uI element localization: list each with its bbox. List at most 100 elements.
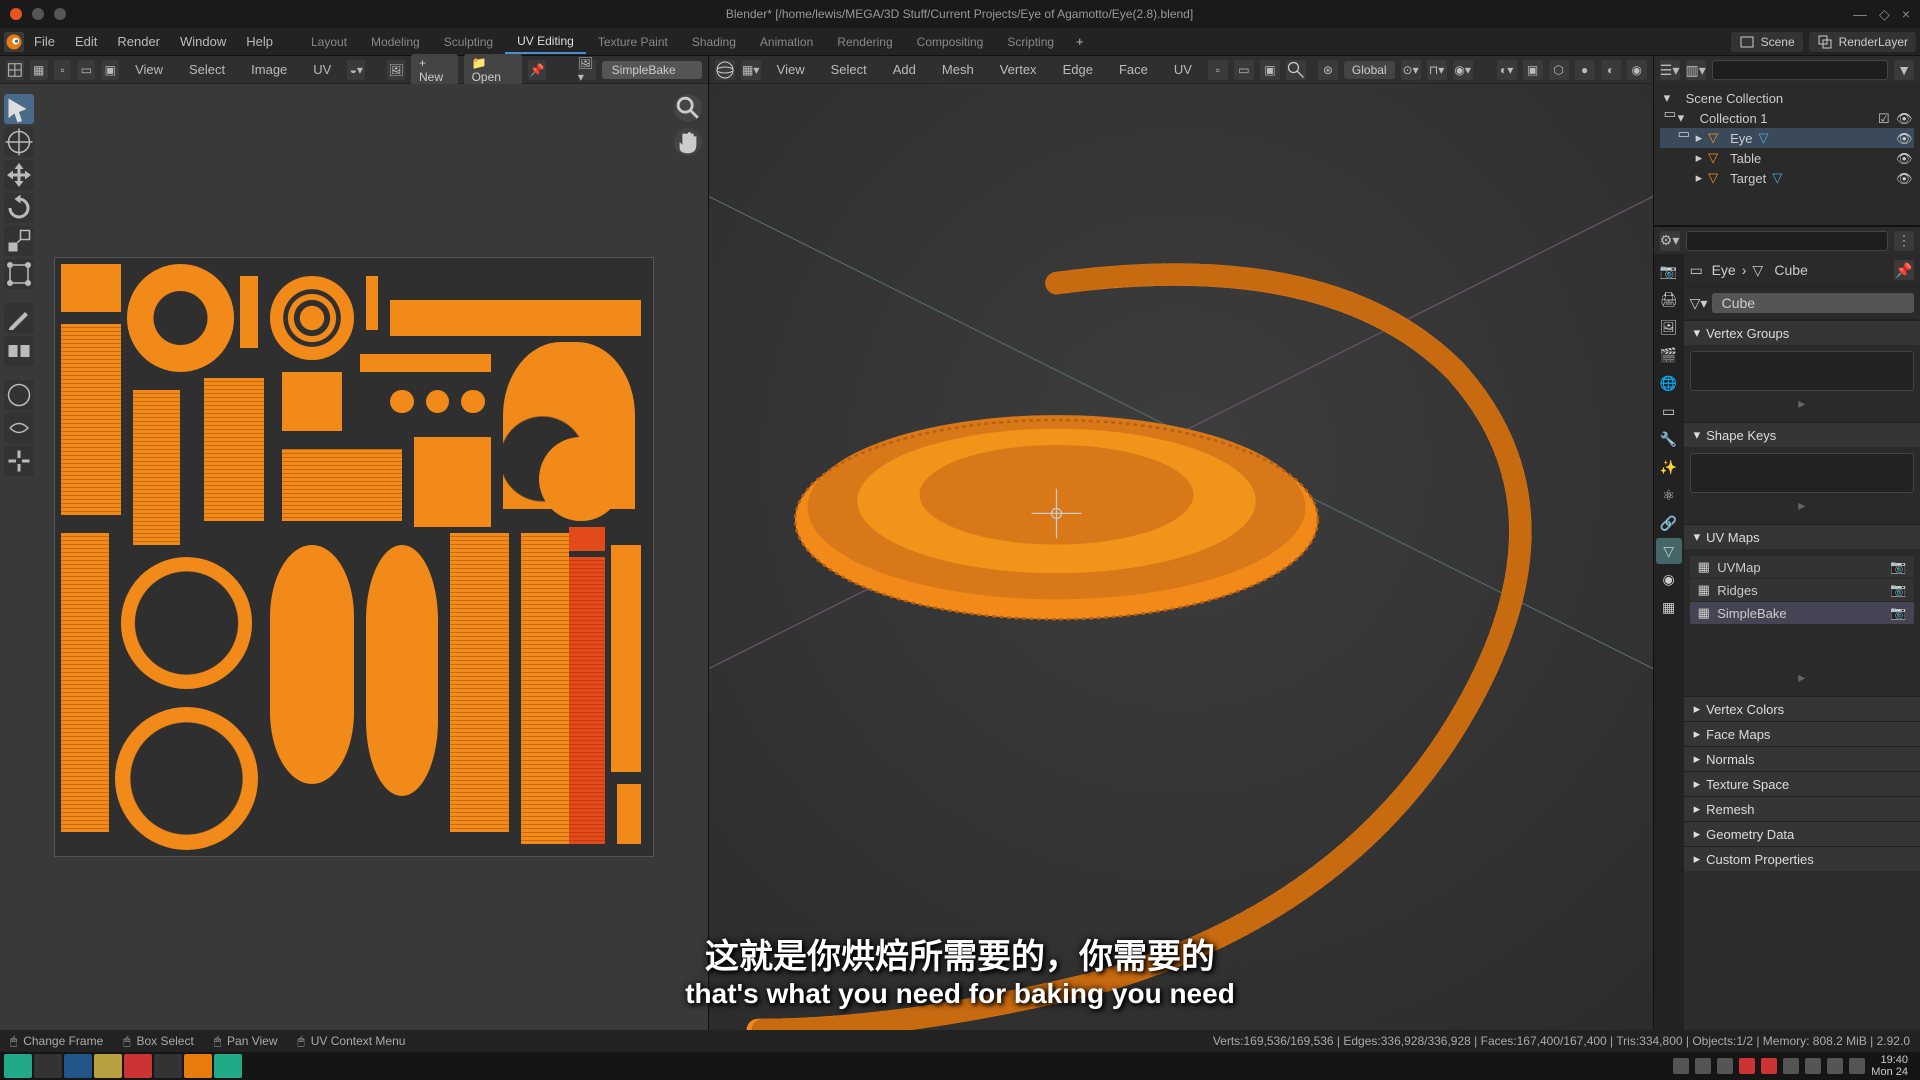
uv-menu-image[interactable]: Image bbox=[241, 58, 297, 81]
ws-shading[interactable]: Shading bbox=[680, 31, 748, 53]
view-layer-selector[interactable]: RenderLayer bbox=[1809, 32, 1916, 52]
mesh-name-row[interactable]: ▽▾ Cube bbox=[1684, 287, 1920, 320]
taskbar-app-terminal[interactable] bbox=[154, 1054, 182, 1078]
tab-scene[interactable]: 🎬 bbox=[1656, 342, 1682, 368]
shading-rendered-icon[interactable]: ◉ bbox=[1627, 60, 1647, 80]
tab-world[interactable]: 🌐 bbox=[1656, 370, 1682, 396]
pin-icon[interactable]: 📌 bbox=[1894, 260, 1914, 280]
mesh-select-mode-edge-icon[interactable]: ▭ bbox=[1234, 60, 1254, 80]
prop-edit-icon[interactable]: ◉▾ bbox=[1453, 60, 1473, 80]
taskbar-app-browser[interactable] bbox=[64, 1054, 92, 1078]
vp-menu-edge[interactable]: Edge bbox=[1053, 58, 1103, 81]
tab-render[interactable]: 📷 bbox=[1656, 258, 1682, 284]
image-link-icon[interactable]: 🖼▾ bbox=[578, 60, 596, 80]
uv-snap-dropdown[interactable]: ◒▾ bbox=[347, 60, 365, 80]
sec-custom-props[interactable]: ▸ Custom Properties bbox=[1684, 847, 1920, 871]
taskbar-app-files[interactable] bbox=[94, 1054, 122, 1078]
tray-shield-icon[interactable] bbox=[1849, 1058, 1865, 1074]
start-menu-icon[interactable] bbox=[4, 1054, 32, 1078]
rotate-tool[interactable] bbox=[4, 193, 34, 223]
tray-icon[interactable] bbox=[1673, 1058, 1689, 1074]
eye-icon[interactable]: 👁 bbox=[1896, 131, 1910, 145]
taskbar-app-red[interactable] bbox=[124, 1054, 152, 1078]
shading-solid-icon[interactable]: ● bbox=[1575, 60, 1595, 80]
tray-icon[interactable] bbox=[1783, 1058, 1799, 1074]
vertex-select-icon[interactable]: ▫ bbox=[54, 60, 72, 80]
uvmap-row-simplebake[interactable]: ▦ SimpleBake📷 bbox=[1690, 602, 1914, 624]
sec-vertex-groups[interactable]: ▾ Vertex Groups bbox=[1684, 321, 1920, 345]
tab-output[interactable]: 🖨 bbox=[1656, 286, 1682, 312]
tab-constraints[interactable]: 🔗 bbox=[1656, 510, 1682, 536]
tray-network-icon[interactable] bbox=[1827, 1058, 1843, 1074]
ws-scripting[interactable]: Scripting bbox=[995, 31, 1066, 53]
vp-menu-face[interactable]: Face bbox=[1109, 58, 1158, 81]
minimize-icon[interactable]: — bbox=[1853, 6, 1867, 23]
face-select-icon[interactable]: ▣ bbox=[101, 60, 119, 80]
tree-item-eye[interactable]: ▸▽ Eye ▽ 👁 bbox=[1660, 128, 1914, 148]
vp-menu-add[interactable]: Add bbox=[883, 58, 926, 81]
annotate-tool[interactable] bbox=[4, 303, 34, 333]
uv-menu-uv[interactable]: UV bbox=[303, 58, 341, 81]
menu-render[interactable]: Render bbox=[107, 30, 170, 53]
viewport-editor-type-icon[interactable] bbox=[715, 60, 735, 80]
tab-modifier[interactable]: 🔧 bbox=[1656, 426, 1682, 452]
overlays-icon[interactable]: ◐▾ bbox=[1497, 60, 1517, 80]
ws-uv-editing[interactable]: UV Editing bbox=[505, 30, 586, 54]
tab-viewlayer[interactable]: 🖼 bbox=[1656, 314, 1682, 340]
ws-sculpting[interactable]: Sculpting bbox=[432, 31, 505, 53]
open-image-button[interactable]: 📁 Open bbox=[464, 54, 522, 86]
maximize-window-icon[interactable] bbox=[54, 8, 66, 20]
tab-particles[interactable]: ✨ bbox=[1656, 454, 1682, 480]
orientation-icon[interactable]: ⊛ bbox=[1318, 60, 1338, 80]
pan-icon[interactable] bbox=[674, 128, 702, 156]
taskbar-app-1[interactable] bbox=[34, 1054, 62, 1078]
tree-collection-1[interactable]: ▾ ▭ Collection 1 ☑👁 bbox=[1660, 108, 1914, 128]
props-search[interactable] bbox=[1686, 231, 1888, 251]
close-window-icon[interactable] bbox=[10, 8, 22, 20]
image-icon[interactable]: 🖼 bbox=[387, 60, 405, 80]
relax-tool[interactable] bbox=[4, 413, 34, 443]
shading-wireframe-icon[interactable]: ⬡ bbox=[1549, 60, 1569, 80]
grab-tool[interactable] bbox=[4, 380, 34, 410]
vp-menu-select[interactable]: Select bbox=[821, 58, 877, 81]
scale-tool[interactable] bbox=[4, 226, 34, 256]
camera-icon[interactable]: 📷 bbox=[1890, 559, 1906, 575]
display-mode-icon[interactable]: ▥▾ bbox=[1686, 60, 1706, 80]
mesh-name-field[interactable]: Cube bbox=[1712, 293, 1914, 313]
tree-scene-collection[interactable]: ▾ ▭ Scene Collection bbox=[1660, 88, 1914, 108]
uv-menu-view[interactable]: View bbox=[125, 58, 173, 81]
sec-texture-space[interactable]: ▸ Texture Space bbox=[1684, 772, 1920, 796]
uv-sync-icon[interactable]: ▦ bbox=[30, 60, 48, 80]
sec-uv-maps[interactable]: ▾ UV Maps bbox=[1684, 525, 1920, 549]
tray-icon[interactable] bbox=[1739, 1058, 1755, 1074]
uv-canvas[interactable] bbox=[0, 84, 708, 1030]
cursor-tool[interactable] bbox=[4, 127, 34, 157]
edge-select-icon[interactable]: ▭ bbox=[77, 60, 95, 80]
select-box-tool[interactable] bbox=[4, 94, 34, 124]
camera-icon[interactable]: 📷 bbox=[1890, 605, 1906, 621]
checkbox-icon[interactable]: ☑ bbox=[1878, 111, 1892, 125]
menu-help[interactable]: Help bbox=[236, 30, 283, 53]
mode-select-icon[interactable]: ▦▾ bbox=[741, 60, 761, 80]
new-image-button[interactable]: + New bbox=[411, 54, 458, 86]
eye-icon[interactable]: 👁 bbox=[1896, 171, 1910, 185]
pinch-tool[interactable] bbox=[4, 446, 34, 476]
sec-shape-keys[interactable]: ▾ Shape Keys bbox=[1684, 423, 1920, 447]
mesh-select-mode-face-icon[interactable]: ▣ bbox=[1260, 60, 1280, 80]
snap-icon[interactable]: ⊓▾ bbox=[1427, 60, 1447, 80]
mesh-select-mode-vert-icon[interactable]: ▫ bbox=[1208, 60, 1228, 80]
sec-vertex-colors[interactable]: ▸ Vertex Colors bbox=[1684, 697, 1920, 721]
ws-texture-paint[interactable]: Texture Paint bbox=[586, 31, 680, 53]
blender-logo-icon[interactable] bbox=[4, 32, 24, 52]
pivot-icon[interactable]: ⊙▾ bbox=[1401, 60, 1421, 80]
uv-menu-select[interactable]: Select bbox=[179, 58, 235, 81]
ws-compositing[interactable]: Compositing bbox=[905, 31, 996, 53]
tab-physics[interactable]: ⚛ bbox=[1656, 482, 1682, 508]
sec-geometry-data[interactable]: ▸ Geometry Data bbox=[1684, 822, 1920, 846]
eye-icon[interactable]: 👁 bbox=[1896, 151, 1910, 165]
tab-material[interactable]: ◉ bbox=[1656, 566, 1682, 592]
rip-tool[interactable] bbox=[4, 336, 34, 366]
tray-icon[interactable] bbox=[1761, 1058, 1777, 1074]
restore-icon[interactable]: ◇ bbox=[1879, 6, 1890, 23]
shading-material-icon[interactable]: ◐ bbox=[1601, 60, 1621, 80]
